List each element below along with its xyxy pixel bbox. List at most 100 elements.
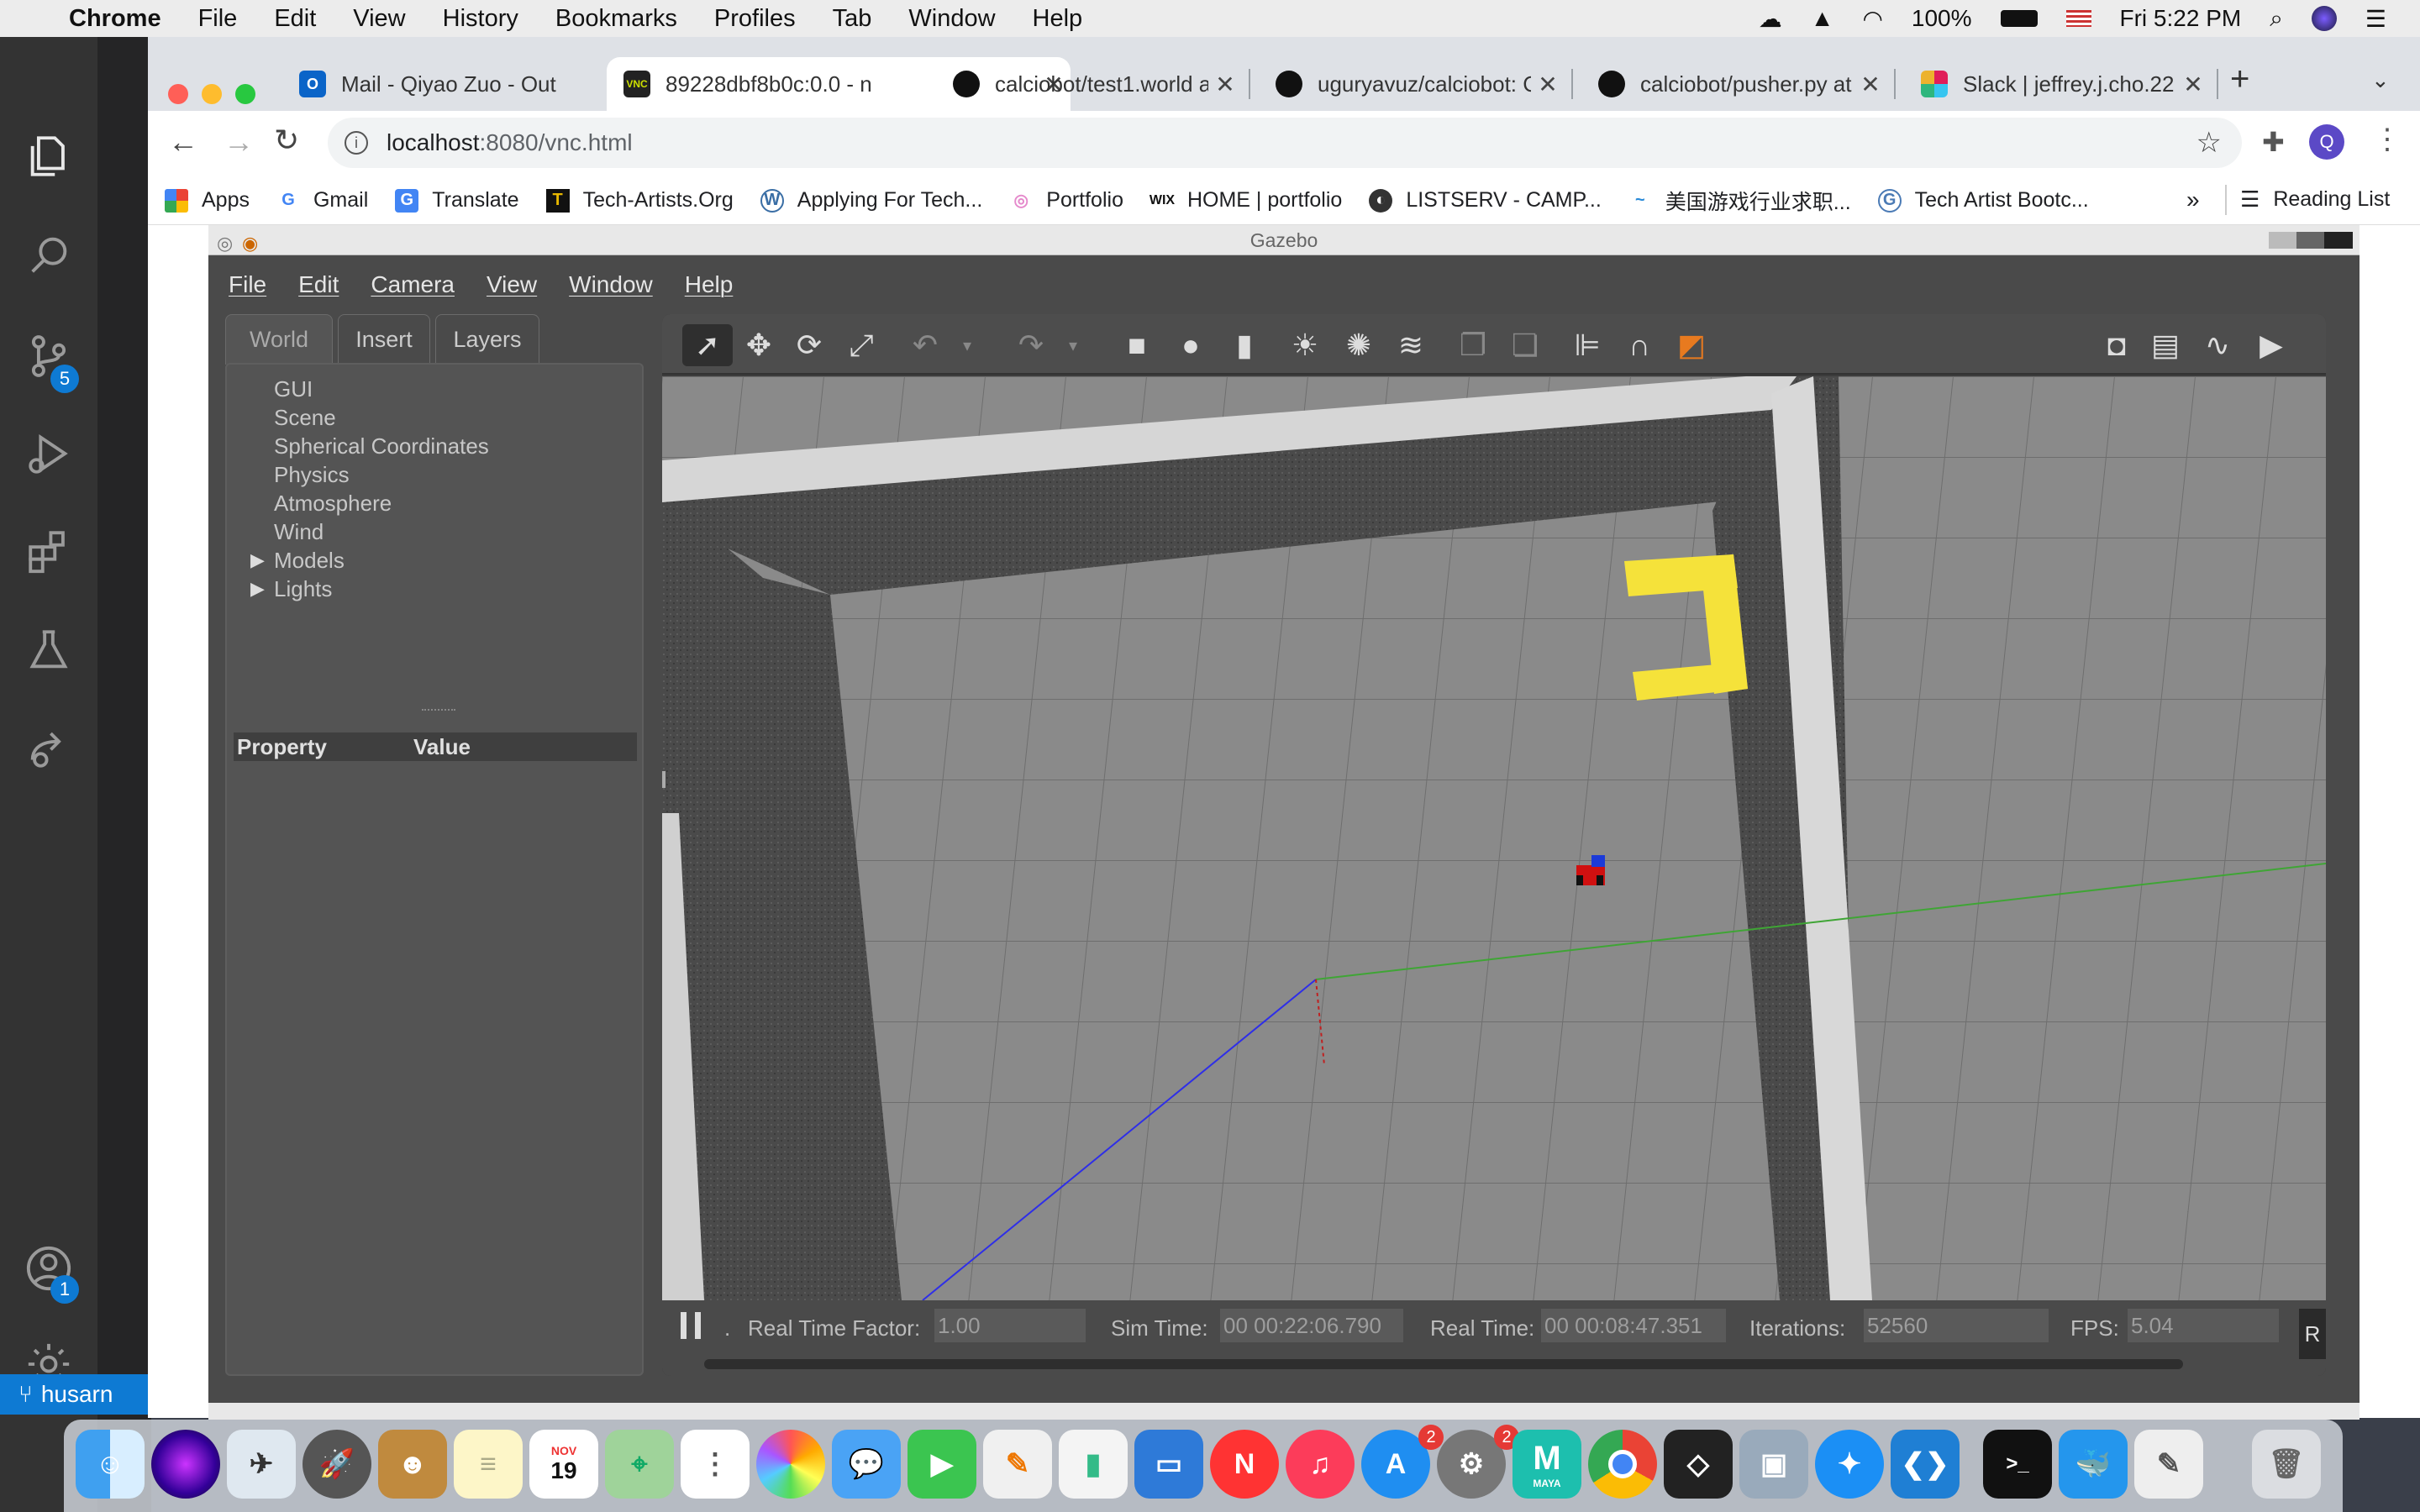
- forward-arrow-icon[interactable]: →: [224, 124, 254, 160]
- undo-history-icon[interactable]: ▾: [946, 324, 988, 366]
- siri-dock-icon[interactable]: [151, 1430, 220, 1499]
- photos-icon[interactable]: [756, 1430, 825, 1499]
- messages-icon[interactable]: 💬: [832, 1430, 901, 1499]
- video-record-icon[interactable]: ▶: [2250, 324, 2292, 366]
- translate-tool-icon[interactable]: ✥: [738, 324, 780, 366]
- view-angle-icon[interactable]: ◩: [1670, 324, 1712, 366]
- gz-menu-file[interactable]: File: [229, 271, 266, 298]
- cylinder-shape-icon[interactable]: ▮: [1223, 324, 1265, 366]
- directional-light-icon[interactable]: ≋: [1390, 324, 1432, 366]
- window-menu-icon[interactable]: ◎: [217, 228, 233, 259]
- chrome-dock-icon[interactable]: [1588, 1430, 1657, 1499]
- back-arrow-icon[interactable]: ←: [168, 124, 198, 160]
- reset-time-button[interactable]: R: [2299, 1309, 2326, 1359]
- left-splitter-handle[interactable]: [662, 771, 666, 788]
- remote-share-icon[interactable]: [0, 706, 97, 790]
- accounts-icon[interactable]: 1: [0, 1226, 97, 1310]
- menu-help[interactable]: Help: [1033, 5, 1083, 33]
- explorer-icon[interactable]: [0, 114, 97, 198]
- step-dot[interactable]: .: [724, 1315, 730, 1341]
- tab-layers[interactable]: Layers: [435, 314, 539, 365]
- spot-light-icon[interactable]: ✺: [1338, 324, 1380, 366]
- bookmark-tech-artists[interactable]: T Tech-Artists.Org: [545, 188, 734, 213]
- gz-menu-window[interactable]: Window: [569, 271, 653, 298]
- tree-item-atmosphere[interactable]: Atmosphere: [274, 491, 392, 517]
- undo-icon[interactable]: ↶: [904, 324, 946, 366]
- flag-icon[interactable]: [2065, 10, 2091, 27]
- 3d-scene[interactable]: [662, 376, 2326, 1301]
- vscode-remote-status[interactable]: ⑂ husarn: [0, 1374, 151, 1415]
- source-control-icon[interactable]: 5: [0, 314, 97, 398]
- pages-icon[interactable]: ✎: [983, 1430, 1052, 1499]
- snap-magnet-icon[interactable]: ∩: [1618, 324, 1660, 366]
- extensions-puzzle-icon[interactable]: ✚: [2262, 126, 2285, 158]
- chrome-menu-icon[interactable]: ⋮: [2373, 123, 2402, 156]
- tree-item-spherical-coordinates[interactable]: Spherical Coordinates: [274, 433, 489, 459]
- window-controls[interactable]: [2269, 232, 2353, 249]
- close-window-button[interactable]: [168, 84, 188, 104]
- textedit-icon[interactable]: ✎: [2134, 1430, 2203, 1499]
- creative-cloud-icon[interactable]: ☁: [1759, 5, 1782, 33]
- bookmark-home-portfolio[interactable]: WIX HOME | portfolio: [1150, 188, 1342, 213]
- terminal-icon[interactable]: >_: [1983, 1430, 2052, 1499]
- maps-icon[interactable]: ⌖: [605, 1430, 674, 1499]
- docker-icon[interactable]: 🐳: [2059, 1430, 2128, 1499]
- more-bookmarks[interactable]: »: [2186, 186, 2200, 213]
- menu-window[interactable]: Window: [908, 5, 995, 33]
- preview-photos-icon[interactable]: ▣: [1739, 1430, 1808, 1499]
- menu-profiles[interactable]: Profiles: [714, 5, 796, 33]
- maya-icon[interactable]: M MAYA: [1512, 1430, 1581, 1499]
- tab-insert[interactable]: Insert: [338, 314, 430, 365]
- contacts-icon[interactable]: ☻: [378, 1430, 447, 1499]
- menu-view[interactable]: View: [353, 5, 405, 33]
- bookmark-game-jobs[interactable]: ~ 美国游戏行业求职...: [1628, 186, 1851, 216]
- bookmark-gmail[interactable]: G Gmail: [276, 188, 368, 213]
- menu-tab[interactable]: Tab: [833, 5, 872, 33]
- vscode-dock-icon[interactable]: ❮❯: [1891, 1430, 1960, 1499]
- gz-menu-help[interactable]: Help: [685, 271, 734, 298]
- close-tab-icon[interactable]: ✕: [1854, 71, 1887, 98]
- bookmark-tech-artist-bootcamp[interactable]: G Tech Artist Bootc...: [1877, 188, 2089, 213]
- tab-search-chevron-icon[interactable]: ⌄: [2371, 67, 2390, 93]
- keynote-icon[interactable]: ▭: [1134, 1430, 1203, 1499]
- address-bar[interactable]: i localhost:8080/vnc.html ☆: [328, 118, 2242, 168]
- news-icon[interactable]: N: [1210, 1430, 1279, 1499]
- search-icon[interactable]: [0, 213, 97, 297]
- bookmark-listserv[interactable]: ◐ LISTSERV - CAMP...: [1369, 188, 1602, 213]
- spotlight-search-icon[interactable]: ⌕: [2270, 5, 2283, 33]
- profile-avatar[interactable]: Q: [2309, 124, 2344, 160]
- plot-icon[interactable]: ∿: [2196, 324, 2238, 366]
- close-tab-icon[interactable]: ✕: [2176, 71, 2210, 98]
- tab-world[interactable]: World: [225, 314, 333, 365]
- gz-menu-view[interactable]: View: [487, 271, 537, 298]
- control-center-icon[interactable]: ☰: [2365, 5, 2386, 33]
- menu-file[interactable]: File: [198, 5, 238, 33]
- testing-flask-icon[interactable]: [0, 608, 97, 692]
- clock[interactable]: Fri 5:22 PM: [2120, 5, 2242, 32]
- tree-item-lights[interactable]: Lights: [274, 576, 332, 602]
- log-icon[interactable]: ▤: [2144, 324, 2186, 366]
- reading-list-button[interactable]: ☰ Reading List: [2240, 186, 2390, 213]
- tree-item-scene[interactable]: Scene: [274, 405, 336, 431]
- redo-icon[interactable]: ↷: [1010, 324, 1052, 366]
- pause-icon[interactable]: [681, 1312, 701, 1339]
- reload-icon[interactable]: ↻: [274, 123, 299, 158]
- redo-history-icon[interactable]: ▾: [1052, 324, 1094, 366]
- scale-tool-icon[interactable]: ⤢: [840, 324, 882, 366]
- new-tab-button[interactable]: +: [2230, 60, 2249, 98]
- bookmark-star-icon[interactable]: ☆: [2196, 126, 2222, 160]
- battery-icon[interactable]: [2000, 10, 2038, 27]
- bookmark-portfolio[interactable]: ◎ Portfolio: [1009, 188, 1123, 213]
- close-tab-icon[interactable]: ✕: [1531, 71, 1565, 98]
- tree-item-physics[interactable]: Physics: [274, 462, 350, 488]
- menu-app-name[interactable]: Chrome: [69, 5, 161, 33]
- safari-icon[interactable]: ✦: [1815, 1430, 1884, 1499]
- close-tab-icon[interactable]: ✕: [1208, 71, 1242, 98]
- reminders-icon[interactable]: ⋮: [681, 1430, 750, 1499]
- sphere-shape-icon[interactable]: ●: [1170, 324, 1212, 366]
- wifi-icon[interactable]: ◠: [1862, 5, 1882, 33]
- select-tool-icon[interactable]: ➚: [682, 324, 733, 366]
- siri-icon[interactable]: [2311, 6, 2337, 31]
- gz-menu-edit[interactable]: Edit: [298, 271, 339, 298]
- calendar-icon[interactable]: NOV 19: [529, 1430, 598, 1499]
